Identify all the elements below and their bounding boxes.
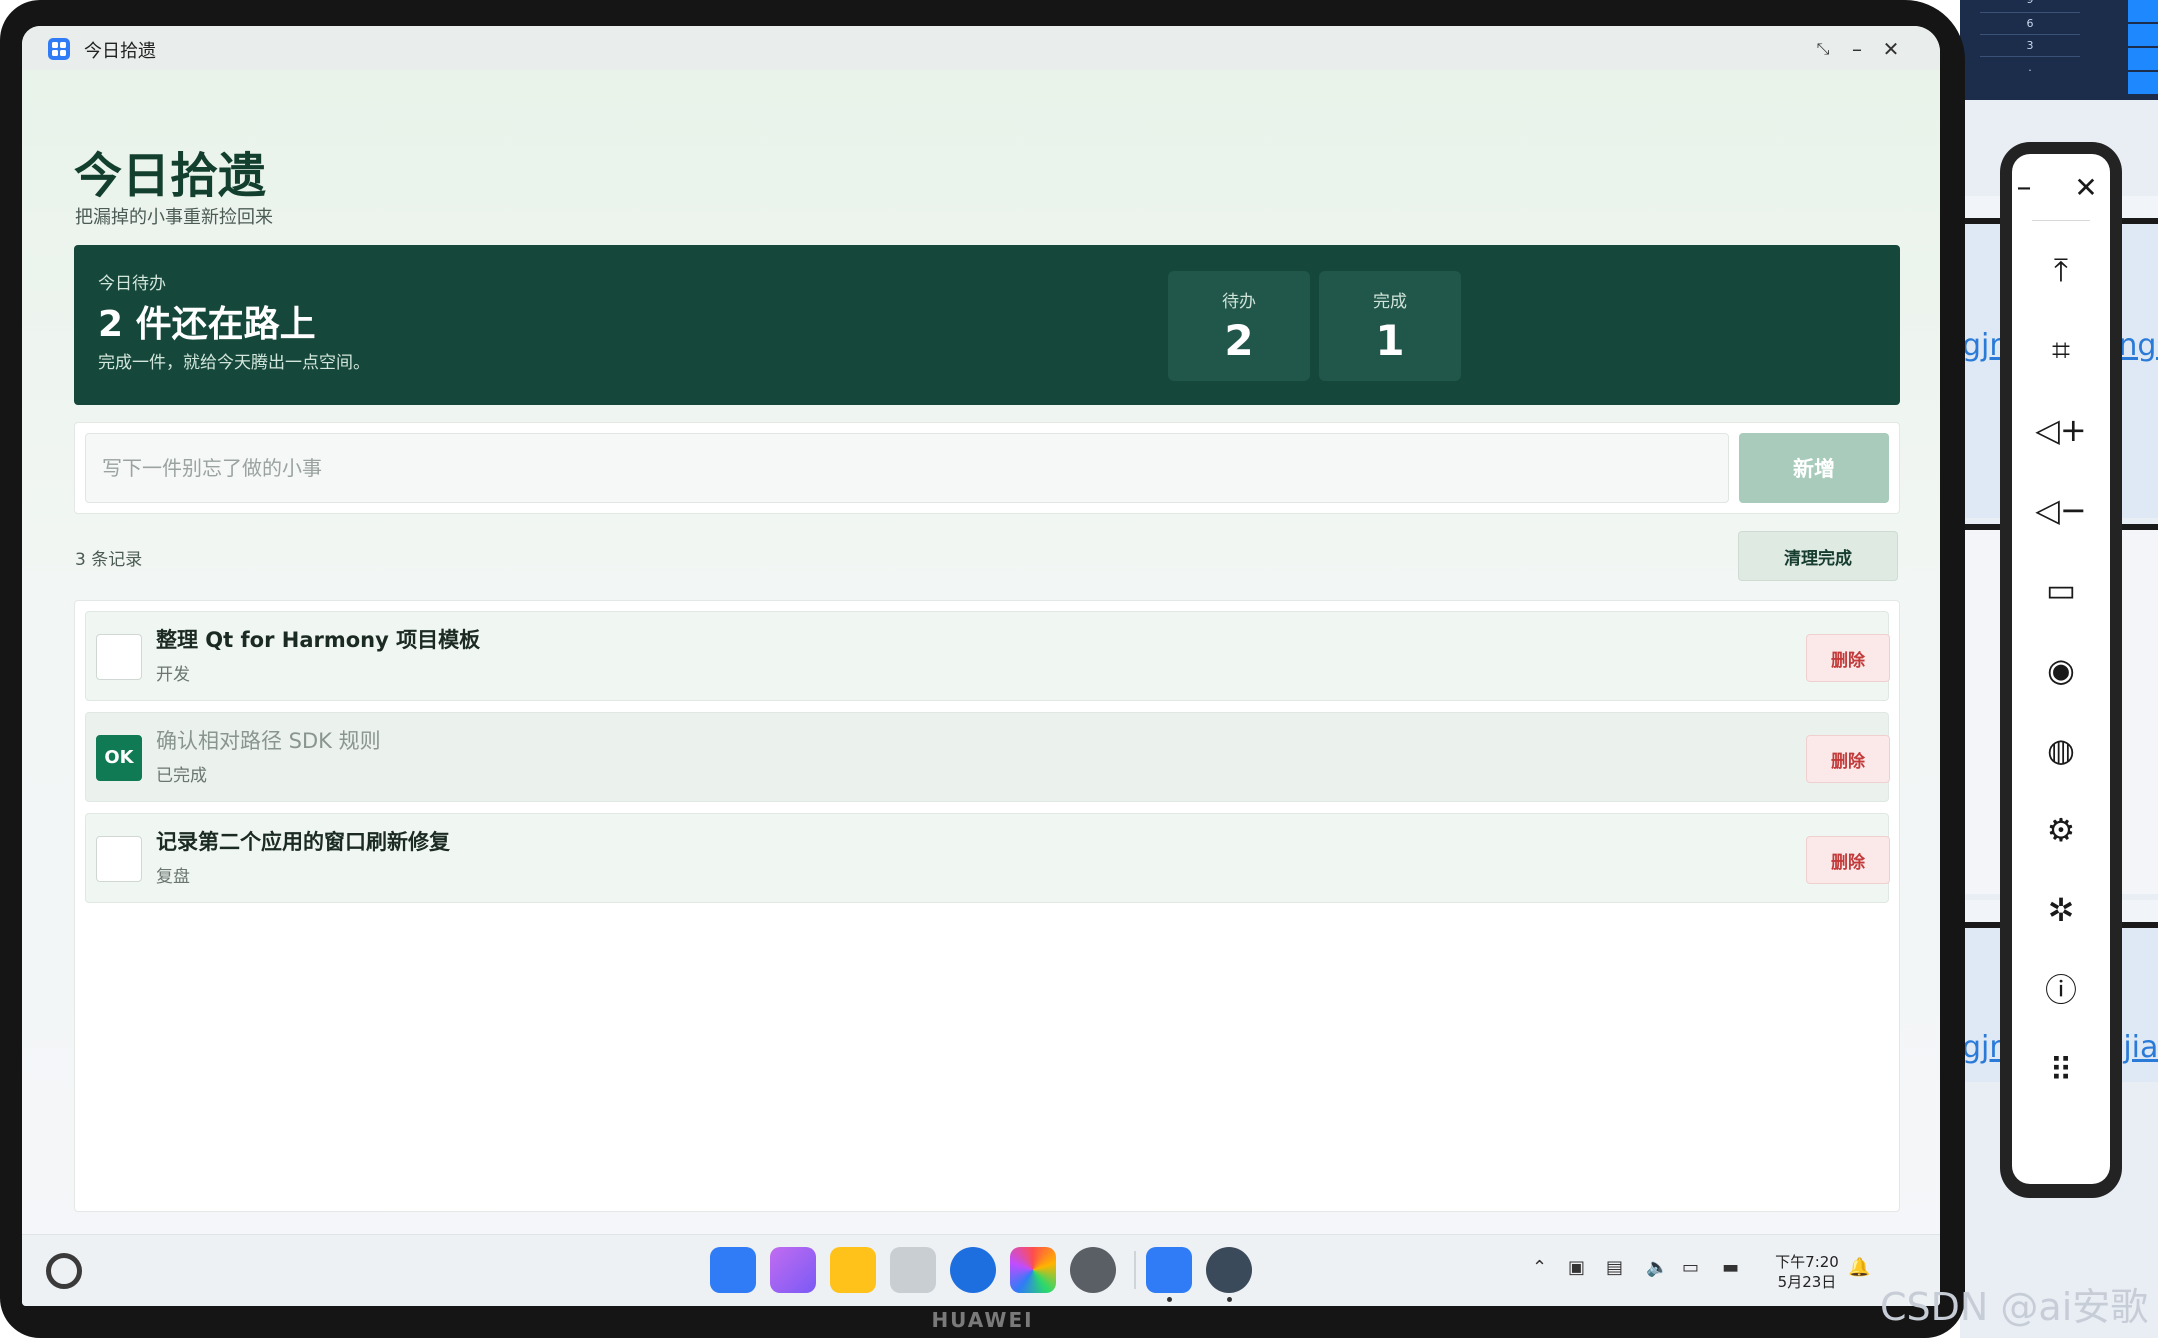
page-title: 今日拾遗 [74,148,267,204]
device-screen: 今日拾遗 ⤡ – ✕ 今日拾遗 把漏掉的小事重新捡回来 今日待办 2 件还在路上… [22,26,1940,1306]
todo-tag: 复盘 [156,867,190,887]
todo-row[interactable]: OK 确认相对路径 SDK 规则 已完成 删除 [85,712,1890,802]
stat-done: 完成 1 [1319,271,1461,381]
close-icon[interactable]: ✕ [2056,158,2116,218]
tablet-device: HUAWEI 今日拾遗 ⤡ – ✕ 今日拾遗 把漏掉的小事重新捡回来 今日待办 … [0,0,1965,1338]
input-method-icon[interactable]: ▣ [1568,1257,1585,1278]
gallery-icon[interactable] [1010,1247,1056,1293]
summary-card: 今日待办 2 件还在路上 完成一件，就给今天腾出一点空间。 待办 2 完成 1 [74,245,1900,405]
window-titlebar[interactable]: 今日拾遗 ⤡ – ✕ [22,26,1940,70]
taskbar: ⌃ ▣ ▤ 🔈 ▭ ▬ 下午7:20 5月23日 🔔 [22,1234,1940,1306]
page-subtitle: 把漏掉的小事重新捡回来 [75,207,273,228]
watermark: CSDN @ai安歌 [1880,1285,2149,1329]
stat-pending: 待办 2 [1168,271,1310,381]
pin-top-icon[interactable]: ⤒ [2012,240,2110,300]
todo-app-icon[interactable] [1146,1247,1192,1293]
background-number: . [1980,56,2080,78]
minimize-icon[interactable]: – [1994,158,2054,218]
todo-tag: 已完成 [156,766,207,786]
clock-time[interactable]: 下午7:20 [1772,1251,1842,1272]
volume-up-icon[interactable]: ◁+ [2012,400,2110,460]
globe-icon[interactable]: ◍ [2012,720,2110,780]
keyboard-icon[interactable]: ⠿ [2012,1040,2110,1100]
start-button[interactable] [46,1253,82,1289]
notification-bell-icon[interactable]: 🔔 [1848,1257,1870,1278]
display-icon[interactable]: ▭ [1682,1257,1699,1278]
signal-icon[interactable]: ◉ [2012,640,2110,700]
stat-value: 1 [1375,316,1405,365]
todo-row[interactable]: 记录第二个应用的窗口刷新修复 复盘 删除 [85,813,1890,903]
stat-label: 完成 [1373,292,1407,312]
stat-label: 待办 [1222,292,1256,312]
close-button[interactable]: ✕ [1878,36,1904,62]
background-number: 6 [1980,12,2080,34]
background-number: 3 [1980,34,2080,56]
emulator-toolbar: – ✕ ⤒ ⌗ ◁+ ◁− ▭ ◉ ◍ ⚙ ✲ ⓘ ⠿ [2012,154,2110,1184]
todo-checkbox[interactable] [96,634,142,680]
clock-date[interactable]: 5月23日 [1772,1271,1842,1292]
trash-icon[interactable] [890,1247,936,1293]
chevron-up-icon[interactable]: ⌃ [1532,1257,1547,1278]
todo-checkbox[interactable] [96,836,142,882]
app-center-icon[interactable] [710,1247,756,1293]
minimize-button[interactable]: – [1844,36,1870,62]
files-icon[interactable] [830,1247,876,1293]
summary-headline: 2 件还在路上 [98,304,316,345]
volume-down-icon[interactable]: ◁− [2012,480,2110,540]
info-icon[interactable]: ⓘ [2012,960,2110,1020]
bug-icon[interactable]: ✲ [2012,880,2110,940]
todo-title: 整理 Qt for Harmony 项目模板 [156,628,481,652]
browser-icon[interactable] [950,1247,996,1293]
volume-icon[interactable]: 🔈 [1646,1257,1668,1278]
device-brand: HUAWEI [931,1308,1034,1332]
record-count: 3 条记录 [75,550,143,570]
crop-icon[interactable]: ⌗ [2012,320,2110,380]
summary-label: 今日待办 [98,274,166,294]
clipboard-icon[interactable]: ▤ [1606,1257,1623,1278]
toolbar-divider [2032,220,2090,221]
todo-row[interactable]: 整理 Qt for Harmony 项目模板 开发 删除 [85,611,1890,701]
todo-tag: 开发 [156,665,190,685]
dock-separator [1134,1251,1136,1289]
todo-list: 整理 Qt for Harmony 项目模板 开发 删除 OK 确认相对路径 S… [74,600,1900,1212]
window-title: 今日拾遗 [84,41,156,62]
add-button[interactable]: 新增 [1739,433,1889,503]
background-number-pad: 9 6 3 . [1960,0,2158,100]
devtools-icon[interactable] [1206,1247,1252,1293]
settings-gear-icon[interactable]: ⚙ [2012,800,2110,860]
todo-checkbox[interactable]: OK [96,735,142,781]
app-icon [48,38,70,60]
background-number: 9 [1980,0,2080,10]
delete-button[interactable]: 删除 [1806,735,1890,783]
summary-hint: 完成一件，就给今天腾出一点空间。 [98,353,370,373]
settings-icon[interactable] [1070,1247,1116,1293]
app-content: 今日拾遗 把漏掉的小事重新捡回来 今日待办 2 件还在路上 完成一件，就给今天腾… [22,70,1940,1250]
restore-icon[interactable]: ⤡ [1810,36,1836,62]
delete-button[interactable]: 删除 [1806,634,1890,682]
todo-input[interactable] [85,433,1729,503]
todo-title: 记录第二个应用的窗口刷新修复 [156,830,450,854]
tag-icon[interactable]: ▭ [2012,560,2110,620]
todo-title: 确认相对路径 SDK 规则 [156,729,381,753]
clear-completed-button[interactable]: 清理完成 [1738,531,1898,581]
multitask-icon[interactable] [770,1247,816,1293]
composer-card: 新增 [74,422,1900,514]
battery-icon[interactable]: ▬ [1722,1257,1739,1278]
delete-button[interactable]: 删除 [1806,836,1890,884]
stat-value: 2 [1224,316,1254,365]
